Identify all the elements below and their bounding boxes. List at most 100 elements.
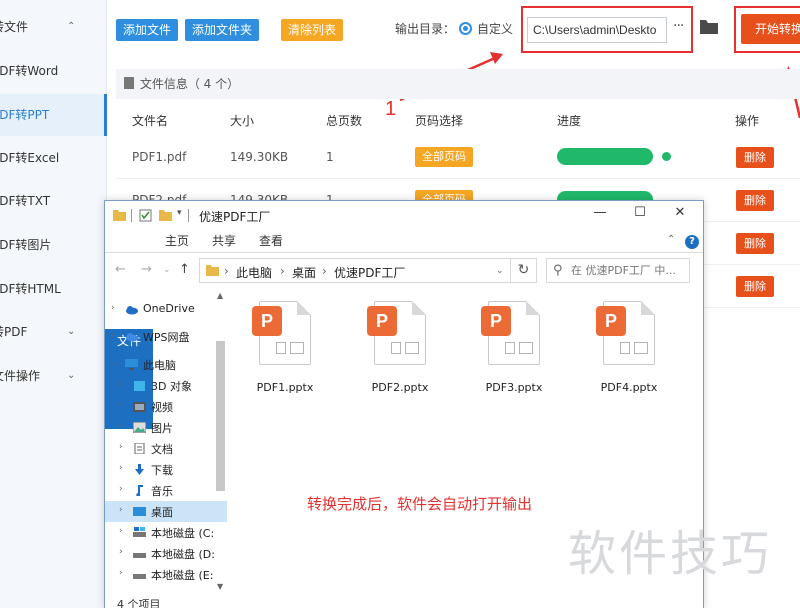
chevron-right-icon[interactable]: ›	[119, 463, 123, 473]
breadcrumb-separator: ›	[224, 264, 229, 278]
chevron-down-icon[interactable]: ⌄	[496, 266, 504, 276]
delete-button[interactable]: 删除	[736, 276, 774, 297]
forward-arrow-icon[interactable]: →	[141, 262, 152, 277]
chevron-up-icon[interactable]: ⌃	[667, 234, 675, 245]
chevron-right-icon[interactable]: ›	[119, 421, 123, 431]
chevron-right-icon[interactable]: ›	[119, 379, 123, 389]
chevron-down-icon[interactable]: ▾	[177, 208, 182, 221]
sidebar-item-pdf-to-excel[interactable]: PDF转Excel	[0, 137, 107, 179]
separator	[188, 209, 189, 222]
sidebar-item-label: PDF转Excel	[0, 151, 60, 165]
scroll-down-icon[interactable]: ▼	[217, 582, 223, 591]
search-icon: ⚲	[553, 263, 563, 278]
sidebar-item-pdf-to-ppt[interactable]: PDF转PPT	[0, 94, 107, 136]
nav-item-wps-drive[interactable]: › WPS网盘	[105, 326, 227, 347]
nav-item-drive-e[interactable]: › 本地磁盘 (E:	[105, 564, 227, 585]
help-icon[interactable]: ?	[685, 235, 699, 249]
watermark-text: 软件技巧	[568, 526, 773, 582]
tab-view[interactable]: 查看	[253, 229, 289, 253]
scroll-up-icon[interactable]: ▲	[217, 291, 223, 300]
chevron-right-icon[interactable]: ›	[119, 568, 123, 578]
chevron-right-icon[interactable]: ›	[119, 505, 123, 515]
nav-item-drive-d[interactable]: › 本地磁盘 (D:	[105, 543, 227, 564]
chevron-right-icon[interactable]: ›	[119, 526, 123, 536]
file-name: PDF2.pptx	[371, 381, 429, 394]
tab-home[interactable]: 主页	[159, 229, 195, 253]
chevron-right-icon[interactable]: ›	[119, 400, 123, 410]
file-info-bar: 文件信息（ 4 个）	[116, 69, 800, 99]
sidebar-item-convert-file[interactable]: 转文件 ⌃	[0, 6, 107, 48]
chevron-right-icon[interactable]: ›	[111, 330, 115, 340]
progress-bar	[557, 148, 653, 165]
nav-item-videos[interactable]: › 视频	[105, 396, 227, 417]
delete-button[interactable]: 删除	[736, 233, 774, 254]
drive-icon	[133, 527, 146, 537]
file-item[interactable]: P PDF2.pptx	[360, 301, 440, 401]
delete-button[interactable]: 删除	[736, 190, 774, 211]
up-arrow-icon[interactable]: ↑	[179, 262, 190, 277]
add-file-button[interactable]: 添加文件	[116, 19, 178, 41]
chevron-down-icon: ⌄	[67, 326, 76, 337]
file-item[interactable]: P PDF1.pptx	[245, 301, 325, 401]
breadcrumb-item[interactable]: 此电脑	[236, 264, 272, 281]
sidebar-item-file-ops[interactable]: 文件操作 ⌄	[0, 355, 107, 397]
scrollbar-thumb[interactable]	[216, 341, 225, 491]
sidebar-item-to-pdf[interactable]: 转PDF ⌄	[0, 311, 107, 353]
explorer-titlebar: ▾ 优速PDF工厂 — ☐ ✕	[105, 201, 703, 229]
more-options-button[interactable]: ···	[673, 18, 684, 34]
add-folder-button[interactable]: 添加文件夹	[185, 19, 259, 41]
navigation-pane: › OneDrive › WPS网盘 ⌄ 此电脑 › 3D 对象 › 视频 › …	[105, 293, 227, 593]
nav-item-downloads[interactable]: › 下载	[105, 459, 227, 480]
nav-item-drive-c[interactable]: › 本地磁盘 (C:	[105, 522, 227, 543]
chevron-right-icon[interactable]: ›	[119, 547, 123, 557]
nav-item-onedrive[interactable]: › OneDrive	[105, 299, 227, 320]
chevron-down-icon[interactable]: ⌄	[163, 265, 171, 275]
sidebar-item-pdf-to-word[interactable]: PDF转Word	[0, 50, 107, 92]
close-button[interactable]: ✕	[670, 205, 690, 225]
folder-icon[interactable]	[700, 20, 718, 34]
chevron-down-icon[interactable]: ⌄	[111, 358, 119, 368]
page-count-cell: 1	[326, 150, 334, 164]
sidebar-item-pdf-to-image[interactable]: PDF转图片	[0, 224, 107, 266]
delete-button[interactable]: 删除	[736, 147, 774, 168]
address-bar[interactable]: › 此电脑 › 桌面 › 优速PDF工厂 ⌄	[199, 258, 511, 283]
chevron-right-icon[interactable]: ›	[119, 442, 123, 452]
minimize-button[interactable]: —	[590, 205, 610, 225]
nav-item-pictures[interactable]: › 图片	[105, 417, 227, 438]
maximize-button[interactable]: ☐	[630, 205, 650, 225]
chevron-right-icon[interactable]: ›	[119, 484, 123, 494]
custom-radio[interactable]	[459, 22, 472, 35]
download-icon	[135, 464, 144, 475]
breadcrumb-item[interactable]: 优速PDF工厂	[334, 264, 405, 281]
desktop-icon	[133, 507, 146, 516]
file-item[interactable]: P PDF3.pptx	[474, 301, 554, 401]
column-header: 页码选择	[415, 114, 464, 128]
nav-item-label: 此电脑	[143, 359, 176, 372]
search-placeholder: 在 优速PDF工厂 中...	[571, 264, 676, 277]
check-icon	[662, 152, 671, 161]
nav-item-label: 视频	[151, 401, 173, 414]
custom-radio-label: 自定义	[477, 22, 514, 36]
refresh-button[interactable]: ↻	[511, 258, 537, 283]
clear-list-button[interactable]: 清除列表	[281, 19, 343, 41]
start-convert-button[interactable]: 开始转换	[741, 14, 800, 44]
nav-scrollbar[interactable]: ▲ ▼	[215, 291, 227, 593]
search-input[interactable]: ⚲ 在 优速PDF工厂 中...	[546, 258, 690, 283]
properties-icon[interactable]	[139, 209, 152, 222]
nav-item-documents[interactable]: › 文档	[105, 438, 227, 459]
page-select-button[interactable]: 全部页码	[415, 147, 473, 167]
chevron-right-icon[interactable]: ›	[111, 303, 115, 313]
file-item[interactable]: P PDF4.pptx	[589, 301, 669, 401]
output-path-field[interactable]: C:\Users\admin\Deskto	[527, 17, 667, 43]
sidebar-item-label: PDF转HTML	[0, 282, 61, 296]
nav-item-3d-objects[interactable]: › 3D 对象	[105, 375, 227, 396]
new-folder-icon[interactable]	[159, 209, 172, 222]
back-arrow-icon[interactable]: ←	[115, 262, 126, 277]
sidebar-item-pdf-to-txt[interactable]: PDF转TXT	[0, 180, 107, 222]
breadcrumb-item[interactable]: 桌面	[292, 264, 316, 281]
nav-item-music[interactable]: › 音乐	[105, 480, 227, 501]
sidebar-item-pdf-to-html[interactable]: PDF转HTML	[0, 268, 107, 310]
tab-share[interactable]: 共享	[206, 229, 242, 253]
nav-item-desktop[interactable]: › 桌面	[105, 501, 227, 522]
nav-item-this-pc[interactable]: ⌄ 此电脑	[105, 354, 227, 375]
